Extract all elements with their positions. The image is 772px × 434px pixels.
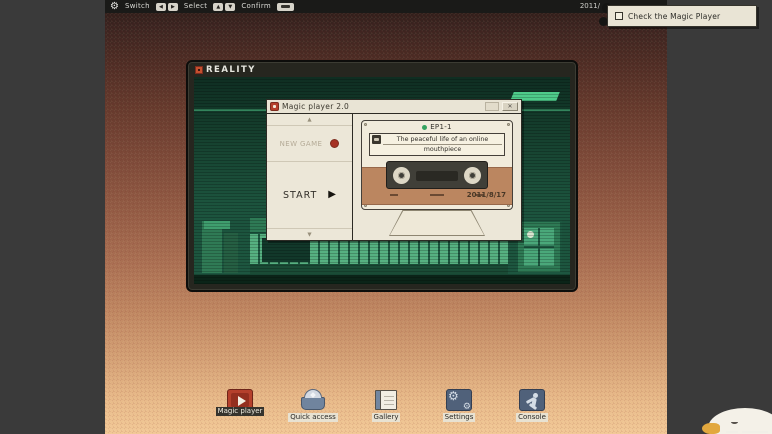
start-item[interactable]: START ▶ — [267, 162, 352, 228]
duck-eye — [731, 420, 738, 424]
episode-title-line1: The peaceful life of an online — [383, 135, 502, 145]
play-icon: ▶ — [328, 190, 336, 200]
window-titlebar[interactable]: Magic player 2.0 ✕ — [267, 100, 521, 114]
reality-logo-icon — [195, 66, 203, 74]
game-viewport: ⚙ Switch ◀ ▶ Select ▲ ▼ Confirm 2011/ RE… — [105, 0, 667, 434]
face-icon — [372, 135, 381, 144]
scene-disk-unit — [516, 220, 562, 274]
monitor-screen: Magic player 2.0 ✕ ▲ NEW GAME ST — [194, 77, 570, 284]
objective-tooltip: Check the Magic Player — [607, 5, 757, 27]
episode-dot-icon — [422, 125, 427, 130]
cassette-base — [389, 210, 485, 236]
band-mark — [430, 194, 444, 196]
reel-icon — [464, 167, 481, 184]
gear-icon: ⚙ — [110, 1, 119, 13]
right-key-icon: ▶ — [168, 3, 178, 11]
tape-window — [386, 161, 488, 189]
episode-number: EP1-1 — [430, 123, 452, 131]
crt-monitor: REALITY — [186, 60, 578, 292]
watermark-dash — [742, 431, 768, 433]
screenshot-root: ⚙ Switch ◀ ▶ Select ▲ ▼ Confirm 2011/ RE… — [0, 0, 772, 434]
dock-item-gallery[interactable]: Gallery — [357, 389, 415, 422]
cassette-label: The peaceful life of an online mouthpiec… — [369, 133, 505, 156]
screw-icon — [507, 123, 510, 126]
desktop-taskbar: Magic player Quick access Gallery ⚙⚙ Set… — [105, 389, 667, 422]
episode-row: EP1-1 — [362, 123, 512, 131]
window-blank-button — [485, 102, 499, 111]
dock-label: Console — [516, 413, 548, 422]
magic-player-app-icon — [270, 102, 279, 111]
magic-player-window: Magic player 2.0 ✕ ▲ NEW GAME ST — [266, 99, 522, 241]
switch-hint-label: Switch — [125, 0, 150, 13]
enter-key-icon — [277, 3, 294, 11]
monitor-brand: REALITY — [206, 65, 256, 75]
select-hint-label: Select — [184, 0, 207, 13]
dock-item-console[interactable]: Console — [503, 389, 561, 422]
quick-access-icon[interactable] — [300, 389, 326, 411]
top-hint-bar: ⚙ Switch ◀ ▶ Select ▲ ▼ Confirm 2011/ — [105, 0, 667, 13]
watermark-dash — [726, 431, 738, 433]
dock-label: Magic player — [216, 407, 265, 416]
dock-item-quick-access[interactable]: Quick access — [284, 389, 342, 422]
record-dot-icon — [330, 139, 339, 148]
console-person-icon[interactable] — [519, 389, 545, 411]
settings-gears-icon[interactable]: ⚙⚙ — [446, 389, 472, 411]
objective-checkbox[interactable] — [615, 12, 623, 20]
dock-label: Settings — [443, 413, 476, 422]
new-game-label: NEW GAME — [280, 140, 323, 148]
screw-icon — [364, 123, 367, 126]
cassette-tape: EP1-1 The peaceful life of an online mou… — [361, 120, 513, 210]
scene-books — [204, 221, 230, 229]
objective-label: Check the Magic Player — [628, 12, 720, 21]
close-button[interactable]: ✕ — [502, 102, 518, 111]
dock-label: Gallery — [372, 413, 401, 422]
confirm-hint-label: Confirm — [241, 0, 271, 13]
dock-item-settings[interactable]: ⚙⚙ Settings — [430, 389, 488, 422]
start-label: START — [283, 190, 317, 201]
up-key-icon: ▲ — [213, 3, 223, 11]
dock-label: Quick access — [288, 413, 338, 422]
duck-overlay — [690, 398, 772, 434]
monitor-bezel-header: REALITY — [188, 62, 576, 77]
tape-slot — [416, 171, 458, 181]
scene-books — [224, 233, 238, 273]
scroll-down-arrow[interactable]: ▼ — [267, 228, 352, 240]
left-key-icon: ◀ — [156, 3, 166, 11]
duck-beak — [702, 423, 720, 434]
down-key-icon: ▼ — [225, 3, 235, 11]
episode-menu-panel: ▲ NEW GAME START ▶ ▼ — [267, 114, 353, 240]
gallery-icon[interactable] — [373, 389, 399, 411]
window-title: Magic player 2.0 — [282, 102, 482, 111]
episode-title-line2: mouthpiece — [383, 145, 502, 154]
new-game-item[interactable]: NEW GAME — [267, 126, 352, 162]
band-mark — [390, 194, 398, 196]
scroll-up-arrow[interactable]: ▲ — [267, 114, 352, 126]
episode-date: 2011/8/17 — [467, 191, 506, 199]
scene-desk — [194, 275, 570, 284]
reel-icon — [393, 167, 410, 184]
cassette-panel: EP1-1 The peaceful life of an online mou… — [353, 114, 521, 240]
dock-item-magic-player[interactable]: Magic player — [211, 389, 269, 416]
